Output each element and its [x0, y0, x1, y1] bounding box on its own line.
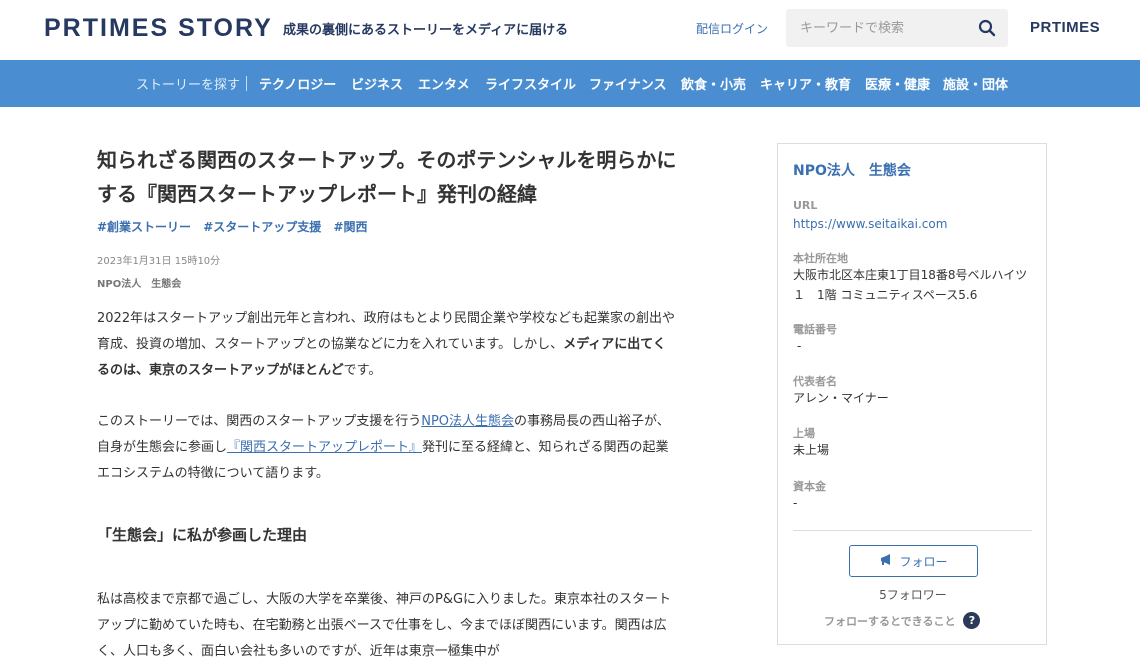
nav-item-food-retail[interactable]: 飲食・小売: [681, 74, 746, 93]
follow-help[interactable]: フォローするとできること ?: [824, 612, 981, 629]
question-icon[interactable]: ?: [963, 612, 981, 629]
field-value-phone: -: [797, 339, 802, 353]
nav-item-technology[interactable]: テクノロジー: [259, 74, 336, 93]
search-box: [786, 9, 1008, 47]
megaphone-icon: [879, 553, 893, 570]
follow-help-text[interactable]: フォローするとできること: [824, 613, 955, 629]
paragraph-reason: 私は高校まで京都で過ごし、大阪の大学を卒業後、神戸のP&Gに入りました。東京本社…: [97, 592, 672, 659]
author-name[interactable]: NPO法人 生態会: [97, 275, 181, 290]
field-label-capital: 資本金: [793, 480, 826, 493]
paragraph-text: です。: [343, 363, 382, 378]
field-label-listing: 上場: [793, 427, 815, 440]
org-name[interactable]: NPO法人 生態会: [793, 160, 911, 180]
nav-item-finance[interactable]: ファイナンス: [589, 74, 666, 93]
tag-startup-support[interactable]: #スタートアップ支援: [203, 220, 321, 234]
follow-label: フォロー: [899, 554, 948, 569]
paragraph-story: このストーリーでは、関西のスタートアップ支援を行うNPO法人生態会の事務局長の西…: [97, 409, 677, 487]
field-value-listing: 未上場: [793, 443, 830, 457]
link-npo-seitaikai[interactable]: NPO法人生態会: [421, 414, 514, 429]
tag-kansai[interactable]: #関西: [334, 220, 368, 234]
nav-item-business[interactable]: ビジネス: [351, 74, 403, 93]
search-input[interactable]: [786, 9, 976, 47]
tag-founding-story[interactable]: #創業ストーリー: [97, 220, 191, 234]
paragraph-intro: 2022年はスタートアップ創出元年と言われ、政府はもとより民間企業や学校なども起…: [97, 306, 677, 384]
card-divider: [793, 530, 1032, 531]
login-link[interactable]: 配信ログイン: [696, 20, 768, 37]
field-label-url: URL: [793, 199, 818, 212]
nav-item-facilities[interactable]: 施設・団体: [943, 74, 1008, 93]
field-value-representative: アレン・マイナー: [793, 391, 889, 405]
nav-item-career-education[interactable]: キャリア・教育: [760, 74, 851, 93]
prtimes-story-logo[interactable]: PRTIMES STORY: [44, 14, 273, 43]
field-label-representative: 代表者名: [793, 375, 837, 388]
field-value-url[interactable]: https://www.seitaikai.com: [793, 214, 1038, 234]
publish-date: 2023年1月31日 15時10分: [97, 256, 221, 267]
header-tagline: 成果の裏側にあるストーリーをメディアに届ける: [283, 23, 569, 38]
nav-item-explore[interactable]: ストーリーを探す: [136, 74, 240, 93]
nav-item-lifestyle[interactable]: ライフスタイル: [485, 74, 576, 93]
field-label-phone: 電話番号: [793, 323, 837, 336]
follower-count: 5フォロワー: [879, 588, 947, 602]
field-value-address: 大阪市北区本庄東1丁目18番8号ベルハイツ１ 1階 コミュニティスペース5.6: [793, 268, 1028, 302]
follow-button[interactable]: フォロー: [849, 545, 978, 577]
field-label-address: 本社所在地: [793, 252, 848, 265]
company-info-card: NPO法人 生態会 URL https://www.seitaikai.com …: [777, 143, 1047, 645]
field-value-capital: -: [793, 496, 798, 510]
article-title: 知られざる関西のスタートアップ。そのポテンシャルを明らかにする『関西スタートアッ…: [97, 148, 677, 206]
prtimes-logo[interactable]: PRTIMES: [1030, 19, 1100, 36]
nav-item-medical-health[interactable]: 医療・健康: [865, 74, 930, 93]
section-heading: 「生態会」に私が参画した理由: [97, 526, 308, 544]
site-header: PRTIMES STORY 成果の裏側にあるストーリーをメディアに届ける 配信ロ…: [0, 0, 1140, 60]
link-kansai-startup-report[interactable]: 『関西スタートアップレポート』: [227, 440, 422, 455]
search-icon[interactable]: [978, 19, 996, 37]
category-nav: ストーリーを探す テクノロジー ビジネス エンタメ ライフスタイル ファイナンス…: [0, 60, 1140, 107]
paragraph-text: このストーリーでは、関西のスタートアップ支援を行う: [97, 414, 422, 429]
nav-item-entertainment[interactable]: エンタメ: [418, 74, 470, 93]
nav-separator: [246, 76, 247, 91]
article-tags: #創業ストーリー #スタートアップ支援 #関西: [97, 218, 376, 235]
